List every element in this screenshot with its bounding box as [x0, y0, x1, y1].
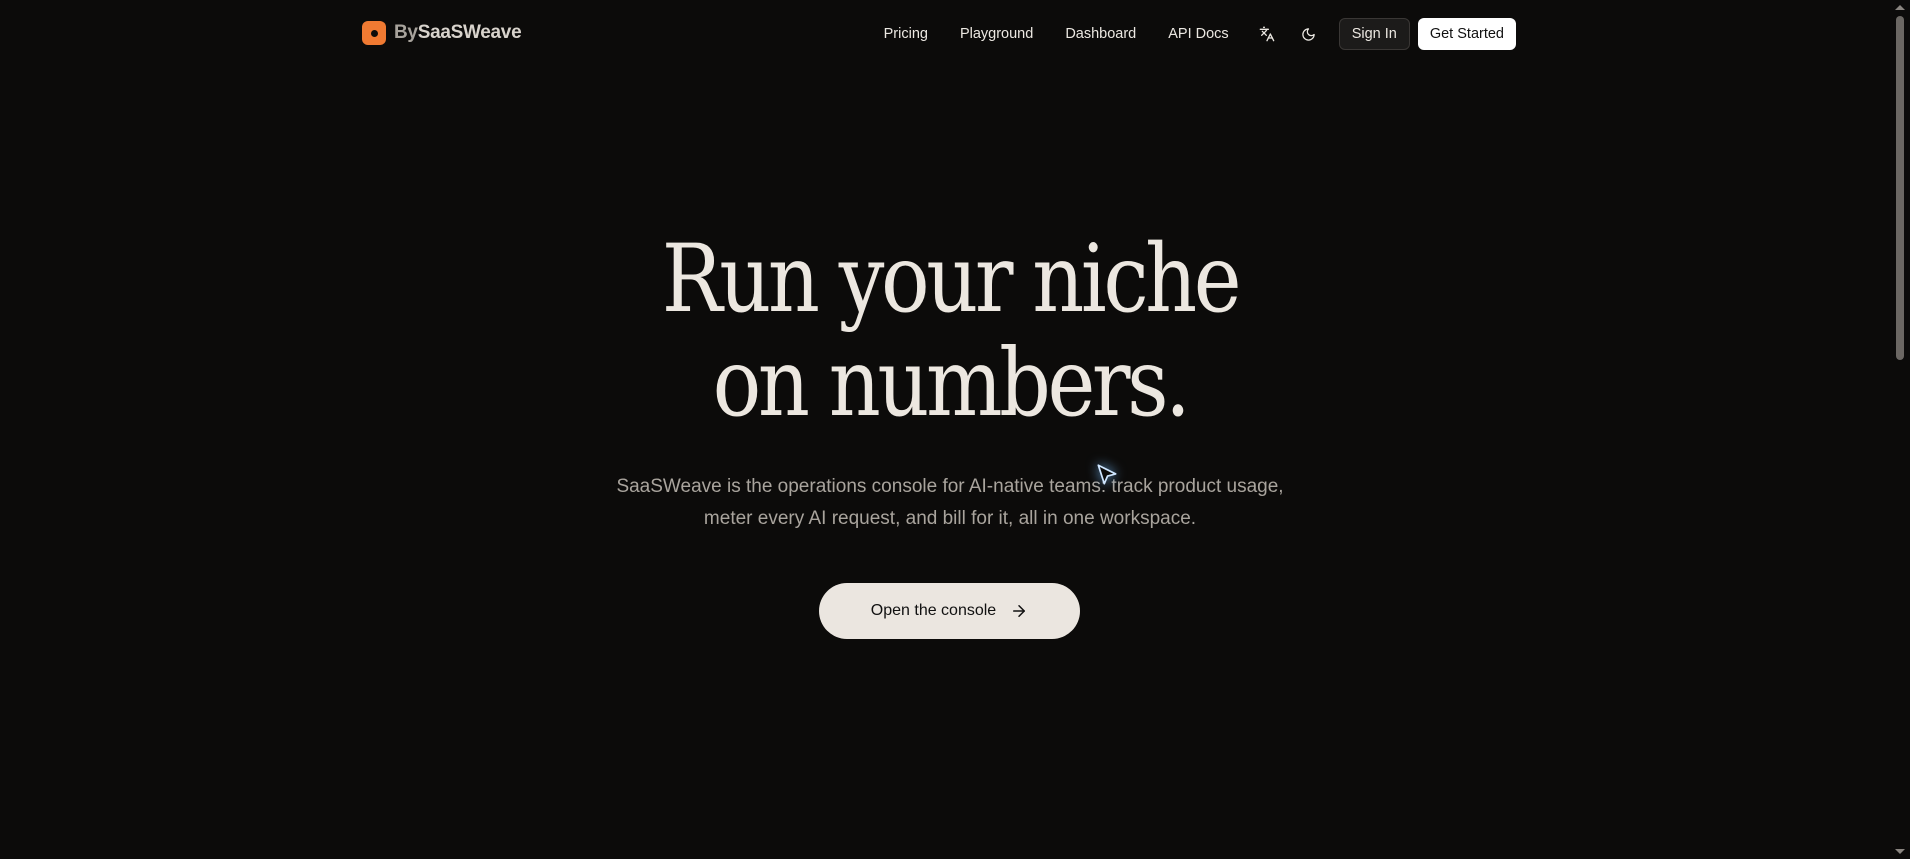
get-started-button[interactable]: Get Started	[1417, 18, 1516, 50]
mouse-cursor-icon	[1097, 464, 1117, 485]
scroll-thumb[interactable]	[1896, 16, 1904, 360]
brand-prefix: By	[394, 22, 418, 43]
translate-icon	[1259, 26, 1275, 42]
brand-text: BySaaSWeave	[394, 22, 522, 44]
nav-link-dashboard[interactable]: Dashboard	[1065, 20, 1136, 48]
brand-home-link[interactable]: BySaaSWeave	[362, 20, 522, 46]
scroll-up-arrow-icon[interactable]	[1895, 5, 1905, 10]
sign-in-button[interactable]: Sign In	[1338, 18, 1410, 50]
hero-headline-line-1: Run your niche	[661, 225, 1242, 334]
page-scrollbar[interactable]	[1890, 0, 1910, 859]
nav-link-pricing[interactable]: Pricing	[884, 20, 928, 48]
site-header: BySaaSWeave Pricing Playground Dashboard…	[0, 0, 1890, 68]
brand-logo-icon	[362, 21, 386, 45]
moon-icon	[1302, 27, 1315, 41]
hero-headline: Run your niche on numbers.	[133, 228, 1767, 436]
scroll-down-arrow-icon[interactable]	[1895, 849, 1905, 854]
hero-headline-line-2: on numbers.	[712, 329, 1191, 438]
nav-link-api-docs[interactable]: API Docs	[1168, 20, 1228, 48]
language-button[interactable]	[1251, 18, 1283, 50]
nav-link-playground[interactable]: Playground	[960, 20, 1033, 48]
hero-subtitle: SaaSWeave is the operations console for …	[616, 476, 1284, 529]
open-console-label: Open the console	[870, 602, 997, 619]
open-console-button[interactable]: Open the console	[819, 583, 1080, 639]
main-nav: Pricing Playground Dashboard API Docs Si…	[884, 18, 1516, 50]
arrow-right-icon	[1013, 605, 1026, 617]
brand-name: SaaSWeave	[417, 22, 522, 43]
landing-page: BySaaSWeave Pricing Playground Dashboard…	[0, 0, 1910, 859]
theme-toggle-button[interactable]	[1293, 18, 1325, 50]
